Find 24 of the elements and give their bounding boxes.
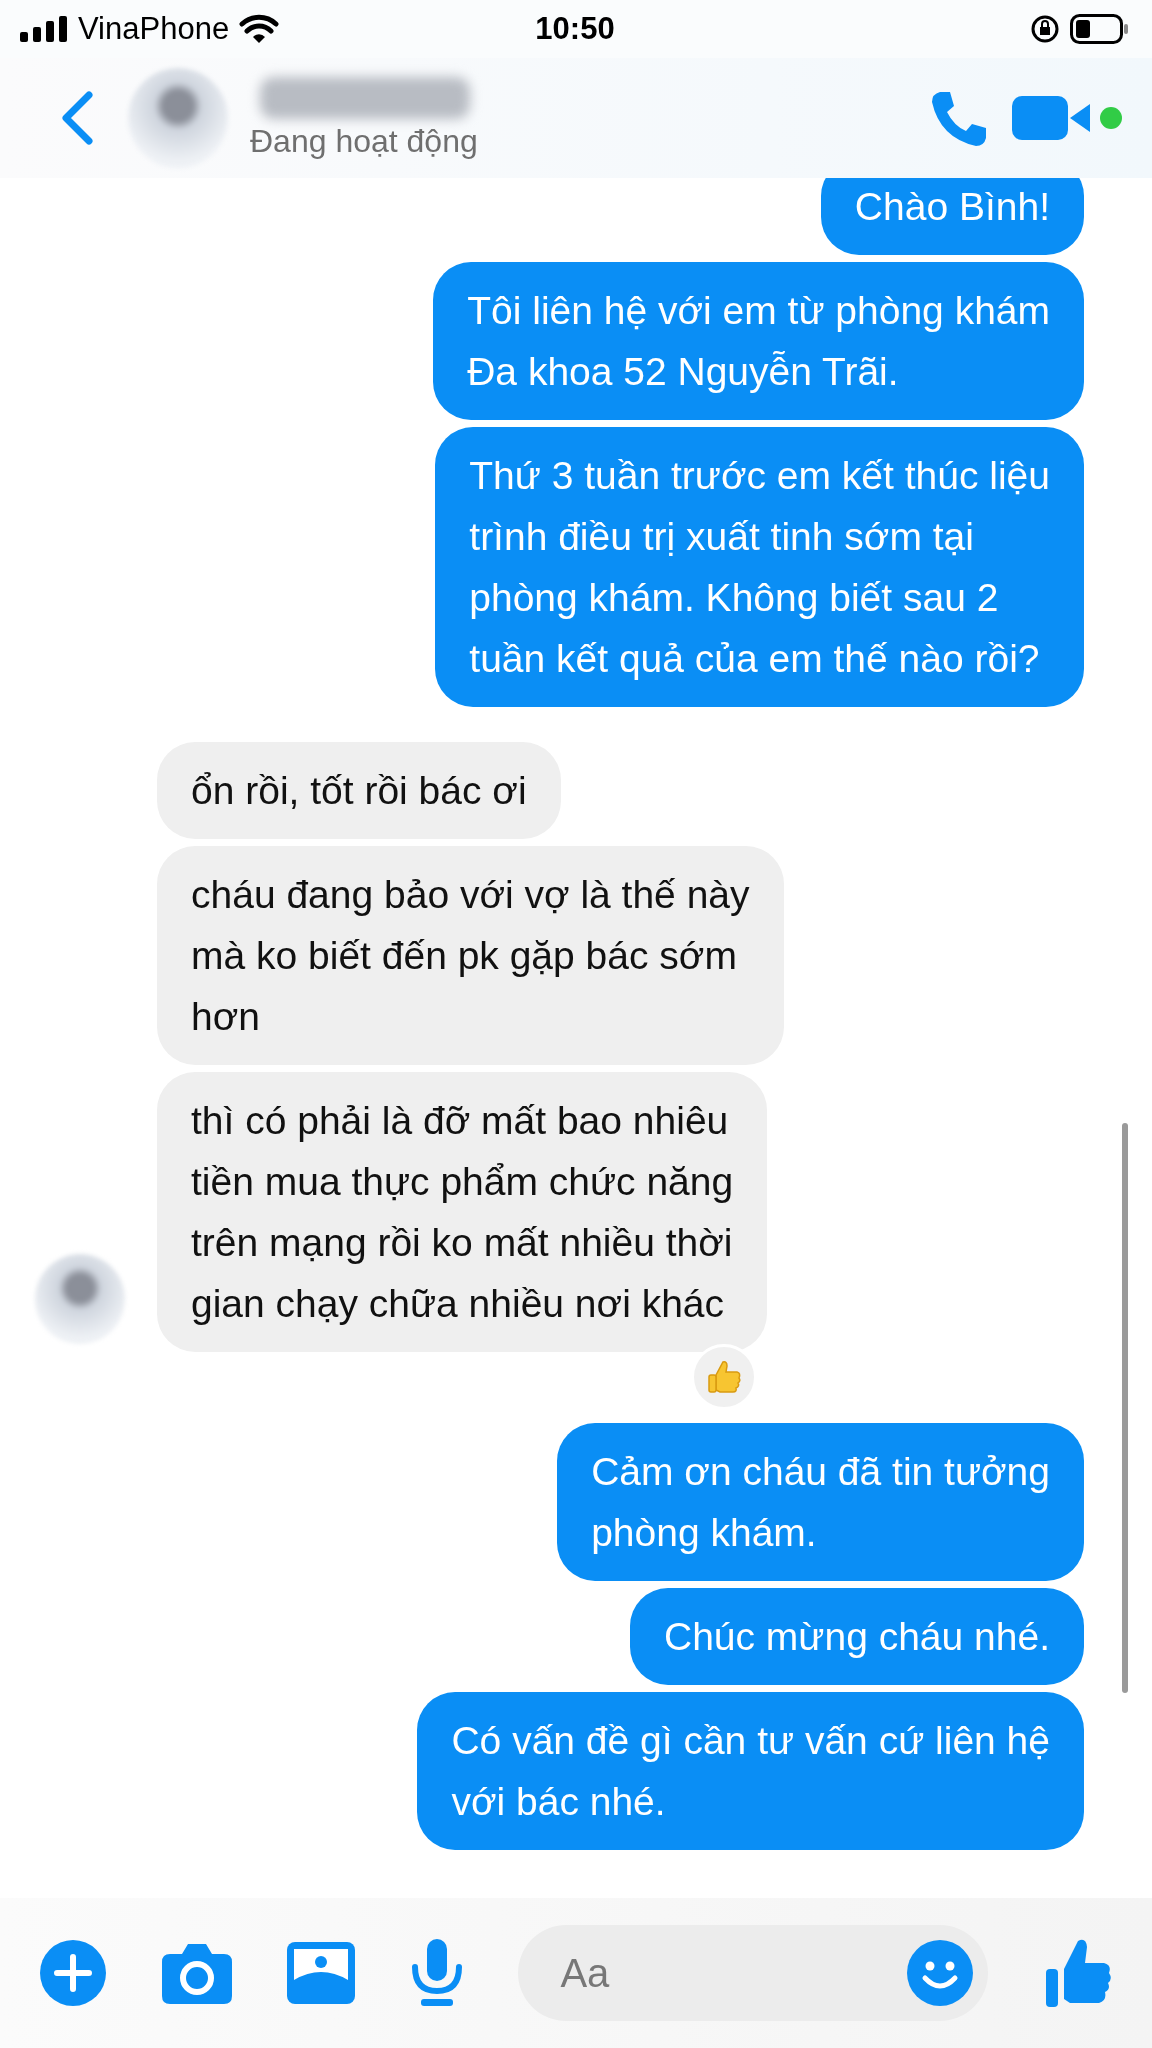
camera-icon[interactable] — [161, 1942, 232, 2004]
image-icon[interactable] — [287, 1942, 356, 2004]
wifi-icon — [239, 14, 280, 44]
plus-icon[interactable] — [40, 1940, 106, 2006]
signal-icon — [20, 16, 68, 42]
emoji-icon[interactable] — [907, 1940, 974, 2006]
message-bubble: thì có phải là đỡ mất bao nhiêu tiền mua thực phẩm chức năng trên mạng rồi ko mất nhiều thời gian chạy chữa nhiều nơi khác — [157, 1072, 768, 1352]
clock-time: 10:50 — [535, 11, 615, 47]
battery-icon — [1070, 14, 1130, 44]
message-bubble: Có vấn đề gì cần tư vấn cứ liên hệ với bác nhé. — [417, 1692, 1084, 1850]
message-bubble: Chúc mừng cháu nhé. — [630, 1588, 1084, 1685]
back-icon[interactable] — [60, 91, 94, 145]
thumbs-up-icon[interactable] — [1043, 1937, 1112, 2009]
message-bubble: cháu đang bảo với vợ là thế này mà ko biết đến pk gặp bác sớm hơn — [157, 846, 784, 1065]
message-input[interactable]: Aa — [518, 1925, 989, 2021]
message-bubble: Thứ 3 tuần trước em kết thúc liệu trình điều trị xuất tinh sớm tại phòng khám. Không biết sau 2 tuần kết quả của em thế nào rồi? — [435, 427, 1084, 707]
online-dot — [1100, 107, 1122, 129]
rotation-lock-icon — [1030, 14, 1060, 44]
microphone-icon[interactable] — [410, 1939, 463, 2007]
message-bubble: Cảm ơn cháu đã tin tưởng phòng khám. — [557, 1423, 1084, 1581]
message-bubble: Tôi liên hệ với em từ phòng khám Đa khoa 52 Nguyễn Trãi. — [433, 262, 1084, 420]
message-bubble: ổn rồi, tốt rồi bác ơi — [157, 742, 561, 839]
presence-status: Đang hoạt động — [250, 122, 478, 160]
carrier-name: VinaPhone — [78, 11, 230, 47]
